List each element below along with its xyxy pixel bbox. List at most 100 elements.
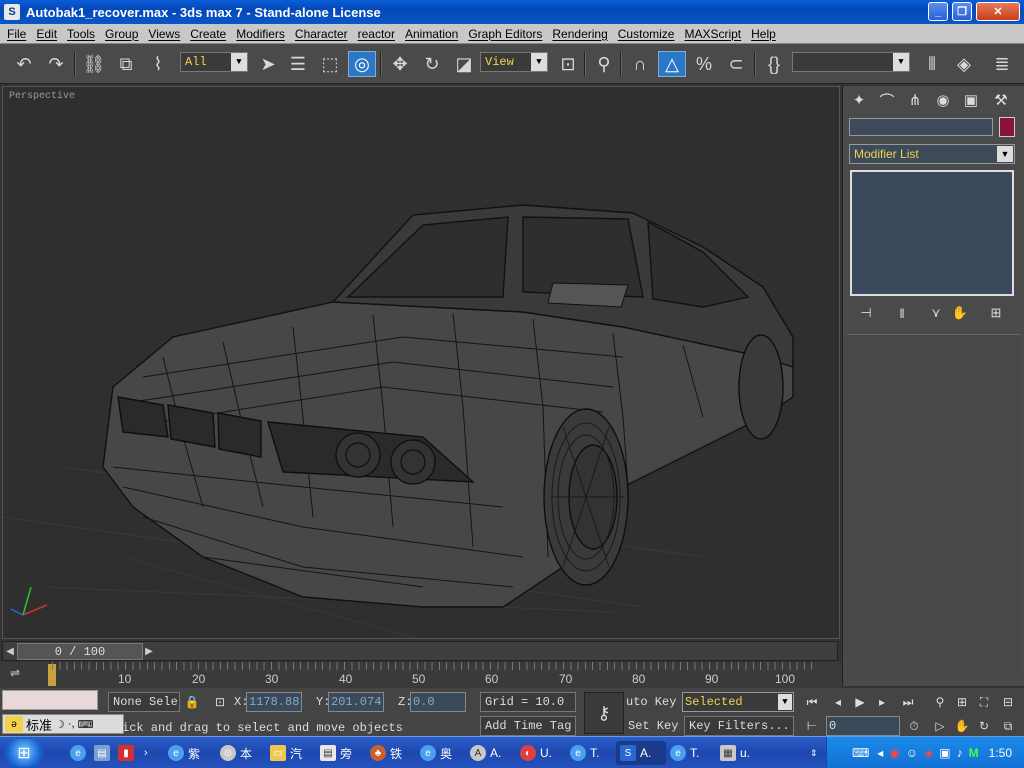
menu-graph-editors[interactable]: Graph Editors bbox=[463, 27, 547, 41]
modifier-stack[interactable] bbox=[850, 170, 1014, 296]
named-selection-sets-dropdown[interactable]: ▼ bbox=[792, 52, 910, 72]
utilities-tab-icon[interactable]: ⚒ bbox=[989, 88, 1013, 112]
perspective-viewport[interactable]: Perspective bbox=[2, 86, 840, 639]
unlink-icon[interactable]: ⧉ bbox=[112, 51, 140, 77]
minimize-button[interactable]: _ bbox=[928, 2, 948, 21]
selection-filter-dropdown[interactable]: All ▼ bbox=[180, 52, 248, 72]
absolute-mode-icon[interactable]: ⊡ bbox=[210, 692, 230, 712]
ime-logo-icon[interactable]: ǝ bbox=[5, 716, 23, 732]
moon-icon[interactable]: ☽ bbox=[55, 718, 65, 731]
zoom-extents-all-icon[interactable]: ⊟ bbox=[998, 692, 1018, 712]
remove-modifier-icon[interactable]: ✋ bbox=[949, 302, 971, 324]
spinner-snap-icon[interactable]: ⊂ bbox=[722, 51, 750, 77]
quicklaunch-icon[interactable]: ▮ bbox=[114, 741, 134, 765]
keyboard-icon[interactable]: ⌨ bbox=[78, 718, 94, 731]
volume-icon[interactable]: ♪ bbox=[957, 746, 963, 760]
taskbar-scroll-icon[interactable]: ⇕ bbox=[806, 741, 822, 765]
taskbar-item[interactable]: ▦ u. bbox=[716, 741, 766, 765]
car-wireframe[interactable] bbox=[3, 87, 840, 639]
key-mode-toggle-icon[interactable]: ⊢ bbox=[802, 716, 822, 736]
time-slider[interactable]: ◀ 0 / 100 ▶ bbox=[2, 641, 838, 661]
select-and-manipulate-icon[interactable]: ⚲ bbox=[590, 51, 618, 77]
arc-rotate-icon[interactable]: ↻ bbox=[974, 716, 994, 736]
mirror-icon[interactable]: ⫴ bbox=[918, 51, 946, 77]
selection-region-icon[interactable]: ⬚ bbox=[316, 51, 344, 77]
current-frame-field[interactable]: 0 bbox=[826, 716, 900, 736]
set-key-icon[interactable]: ⚷ bbox=[584, 692, 624, 734]
time-slider-thumb[interactable]: 0 / 100 bbox=[17, 643, 143, 660]
select-by-name-icon[interactable]: ☰ bbox=[284, 51, 312, 77]
menu-create[interactable]: Create bbox=[185, 27, 231, 41]
menu-customize[interactable]: Customize bbox=[613, 27, 680, 41]
edit-named-selection-icon[interactable]: {} bbox=[760, 51, 788, 77]
menu-edit[interactable]: Edit bbox=[31, 27, 62, 41]
snap-toggle-icon[interactable]: ∩ bbox=[626, 51, 654, 77]
start-button[interactable]: ⊞ bbox=[4, 739, 44, 767]
qq-icon[interactable]: ☺ bbox=[906, 746, 918, 760]
add-time-tag-button[interactable]: Add Time Tag bbox=[480, 716, 576, 736]
object-color-swatch[interactable] bbox=[999, 117, 1015, 137]
set-key-button[interactable]: Set Key bbox=[628, 716, 680, 736]
taskbar-item-active[interactable]: S A. bbox=[616, 741, 666, 765]
menu-tools[interactable]: Tools bbox=[62, 27, 100, 41]
show-end-result-icon[interactable]: ‖ bbox=[891, 302, 913, 324]
app-icon[interactable]: S bbox=[4, 4, 20, 20]
make-unique-icon[interactable]: ⋎ bbox=[925, 302, 947, 324]
play-icon[interactable]: ▶ bbox=[850, 692, 870, 712]
object-name-field[interactable] bbox=[849, 118, 993, 136]
select-and-move-icon[interactable]: ✥ bbox=[386, 51, 414, 77]
tray-m-icon[interactable]: M bbox=[969, 746, 979, 760]
modifier-list-dropdown[interactable]: Modifier List ▼ bbox=[849, 144, 1015, 164]
track-bar[interactable]: ⇌ 10 20 30 40 50 60 70 80 90 100 bbox=[0, 662, 842, 688]
create-tab-icon[interactable]: ✦ bbox=[847, 88, 871, 112]
tray-app-icon[interactable]: ◉ bbox=[889, 746, 899, 760]
field-of-view-icon[interactable]: ▷ bbox=[930, 716, 950, 736]
menu-modifiers[interactable]: Modifiers bbox=[231, 27, 290, 41]
pivot-center-icon[interactable]: ⊡ bbox=[554, 51, 582, 77]
zoom-icon[interactable]: ⚲ bbox=[930, 692, 950, 712]
hierarchy-tab-icon[interactable]: ⋔ bbox=[903, 88, 927, 112]
menu-group[interactable]: Group bbox=[100, 27, 143, 41]
z-coordinate-field[interactable]: 0.0 bbox=[410, 692, 466, 712]
taskbar-item[interactable]: A A. bbox=[466, 741, 516, 765]
select-and-rotate-icon[interactable]: ↻ bbox=[418, 51, 446, 77]
auto-key-button[interactable]: uto Key bbox=[626, 692, 680, 712]
taskbar-item[interactable]: ♣ 铁 bbox=[366, 741, 416, 765]
next-frame-arrow-icon[interactable]: ▶ bbox=[143, 643, 155, 660]
pin-stack-icon[interactable]: ⊣ bbox=[855, 302, 877, 324]
reference-coordinate-dropdown[interactable]: View ▼ bbox=[480, 52, 548, 72]
menu-maxscript[interactable]: MAXScript bbox=[679, 27, 746, 41]
select-and-scale-icon[interactable]: ◪ bbox=[450, 51, 478, 77]
maxscript-listener-mini[interactable] bbox=[2, 690, 98, 710]
undo-icon[interactable]: ↶ bbox=[10, 51, 38, 77]
key-mode-dropdown[interactable]: Selected ▼ bbox=[682, 692, 794, 712]
select-object-icon[interactable]: ➤ bbox=[254, 51, 282, 77]
prev-frame-arrow-icon[interactable]: ◀ bbox=[4, 643, 16, 660]
open-mini-curve-editor-icon[interactable]: ⇌ bbox=[10, 666, 34, 684]
display-tab-icon[interactable]: ▣ bbox=[959, 88, 983, 112]
ime-toolbar[interactable]: ǝ 标准 ☽ ·, ⌨ bbox=[2, 714, 124, 734]
go-to-end-icon[interactable]: ⏭ bbox=[898, 692, 918, 712]
ime-mode-label[interactable]: 标准 bbox=[26, 715, 52, 734]
taskbar-item[interactable]: e紫 bbox=[164, 741, 214, 765]
select-and-link-icon[interactable]: ⛓ bbox=[80, 51, 108, 77]
tray-arrow-icon[interactable]: ◂ bbox=[877, 746, 883, 760]
maximize-viewport-icon[interactable]: ⧉ bbox=[998, 716, 1018, 736]
menu-reactor[interactable]: reactor bbox=[353, 27, 400, 41]
y-coordinate-field[interactable]: 201.074 bbox=[328, 692, 384, 712]
restore-button[interactable]: ❐ bbox=[952, 2, 972, 21]
taskbar-item[interactable]: ▤ 旁 bbox=[316, 741, 366, 765]
redo-icon[interactable]: ↷ bbox=[42, 51, 70, 77]
x-coordinate-field[interactable]: 1178.88 bbox=[246, 692, 302, 712]
taskbar-item[interactable]: e T. bbox=[566, 741, 616, 765]
taskbar-item[interactable]: ▭ 汽 bbox=[266, 741, 316, 765]
keyboard-icon[interactable]: ⌨ bbox=[852, 746, 869, 760]
percent-snap-icon[interactable]: % bbox=[690, 51, 718, 77]
next-frame-icon[interactable]: ▸ bbox=[872, 692, 892, 712]
pan-icon[interactable]: ✋ bbox=[952, 716, 972, 736]
menu-animation[interactable]: Animation bbox=[400, 27, 463, 41]
taskbar-item[interactable]: ⊙ 本 bbox=[216, 741, 266, 765]
quicklaunch-ie-icon[interactable]: e bbox=[66, 741, 86, 765]
zoom-all-icon[interactable]: ⊞ bbox=[952, 692, 972, 712]
lock-selection-icon[interactable]: 🔒 bbox=[182, 692, 202, 712]
